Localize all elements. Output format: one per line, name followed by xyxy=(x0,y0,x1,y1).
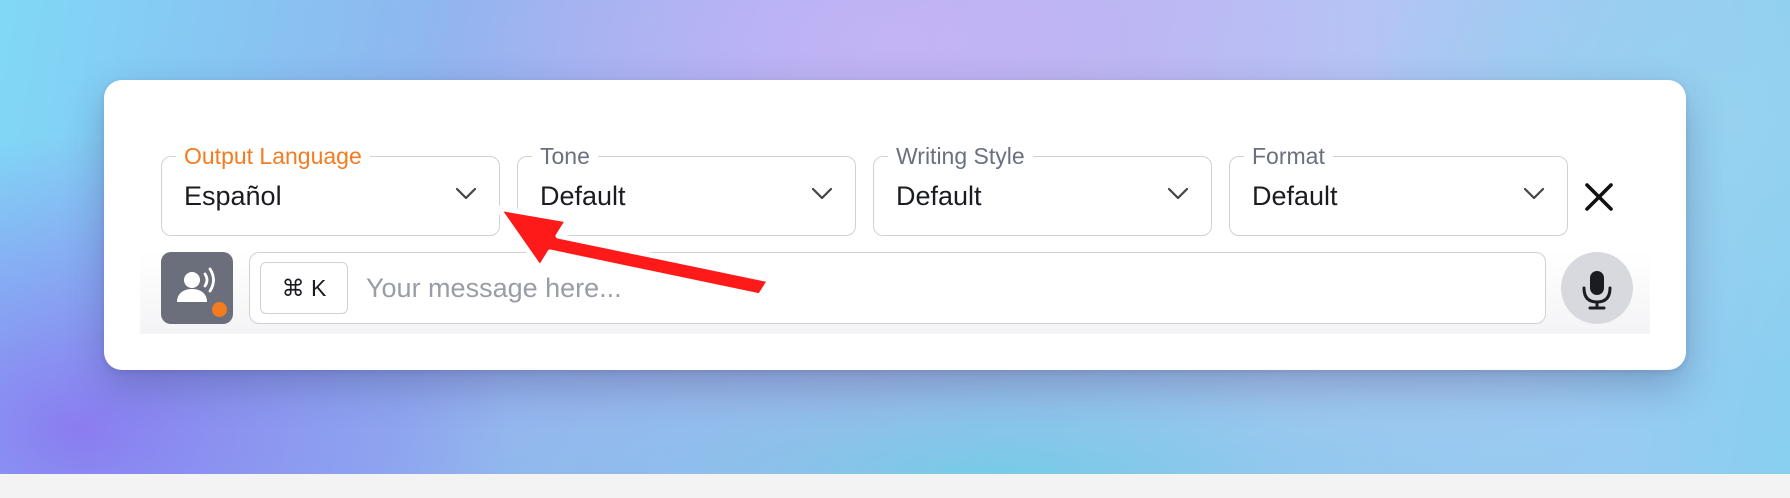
writing-style-label: Writing Style xyxy=(888,143,1033,169)
close-icon[interactable] xyxy=(1582,180,1616,214)
voice-mode-button[interactable] xyxy=(161,252,233,324)
format-value: Default xyxy=(1252,181,1338,211)
format-label: Format xyxy=(1244,143,1333,169)
format-select[interactable]: Format Default xyxy=(1229,143,1568,236)
chevron-down-icon xyxy=(811,187,833,200)
annotation-arrow-icon xyxy=(495,205,773,299)
microphone-icon xyxy=(1582,271,1612,310)
microphone-button[interactable] xyxy=(1561,252,1633,324)
output-language-select[interactable]: Output Language Español xyxy=(161,143,500,236)
prompt-settings-panel: Output Language Español Tone Default Wri… xyxy=(104,80,1686,370)
chevron-down-icon xyxy=(1523,187,1545,200)
tone-label: Tone xyxy=(532,143,598,169)
status-dot xyxy=(212,302,227,317)
chevron-down-icon xyxy=(455,187,477,200)
shortcut-badge[interactable]: ⌘ K xyxy=(260,262,348,314)
output-language-label: Output Language xyxy=(176,143,370,169)
output-language-value: Español xyxy=(184,181,282,211)
message-box: ⌘ K xyxy=(249,252,1546,324)
writing-style-value: Default xyxy=(896,181,982,211)
writing-style-select[interactable]: Writing Style Default xyxy=(873,143,1212,236)
chevron-down-icon xyxy=(1167,187,1189,200)
